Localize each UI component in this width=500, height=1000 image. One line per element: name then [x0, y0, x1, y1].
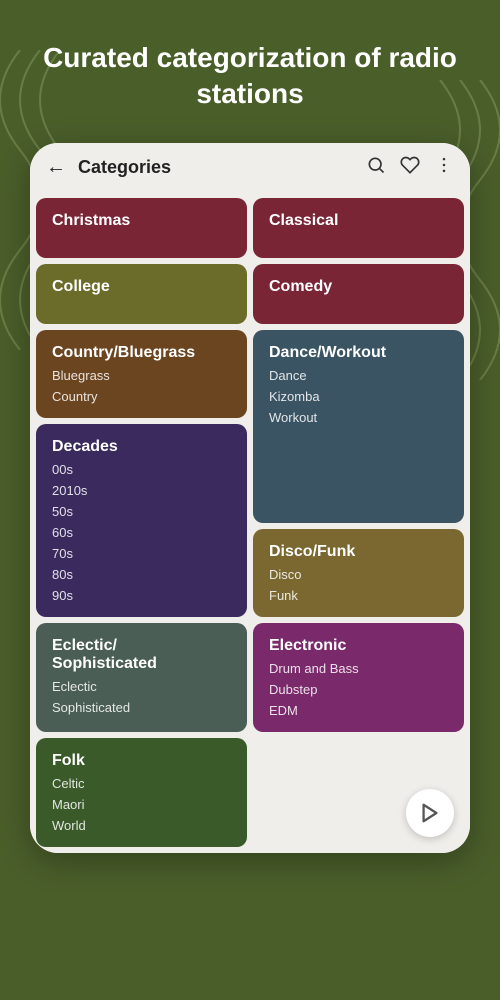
hero-title: Curated categorization of radio stations: [30, 40, 470, 113]
header-title: Categories: [78, 157, 354, 178]
category-classical[interactable]: Classical: [253, 198, 464, 258]
category-country-bluegrass[interactable]: Country/Bluegrass Bluegrass Country: [36, 330, 247, 418]
category-comedy[interactable]: Comedy: [253, 264, 464, 324]
header-icons: [366, 155, 454, 180]
search-icon[interactable]: [366, 155, 386, 180]
category-folk[interactable]: Folk Celtic Maori World: [36, 738, 247, 847]
phone-frame: ← Categories Christmas: [30, 143, 470, 853]
category-disco-funk[interactable]: Disco/Funk Disco Funk: [253, 529, 464, 617]
category-decades[interactable]: Decades 00s 2010s 50s 60s 70s 80s 90s: [36, 424, 247, 617]
category-dance-workout[interactable]: Dance/Workout Dance Kizomba Workout: [253, 330, 464, 523]
heart-icon[interactable]: [400, 155, 420, 180]
more-icon[interactable]: [434, 155, 454, 180]
category-christmas[interactable]: Christmas: [36, 198, 247, 258]
category-college[interactable]: College: [36, 264, 247, 324]
back-button[interactable]: ←: [46, 156, 66, 179]
header-bar: ← Categories: [30, 143, 470, 192]
category-electronic[interactable]: Electronic Drum and Bass Dubstep EDM: [253, 623, 464, 732]
category-eclectic[interactable]: Eclectic/Sophisticated Eclectic Sophisti…: [36, 623, 247, 732]
fab-button[interactable]: [406, 789, 454, 837]
categories-grid: Christmas Classical College Comedy Count…: [30, 192, 470, 853]
hero-section: Curated categorization of radio stations: [0, 0, 500, 143]
